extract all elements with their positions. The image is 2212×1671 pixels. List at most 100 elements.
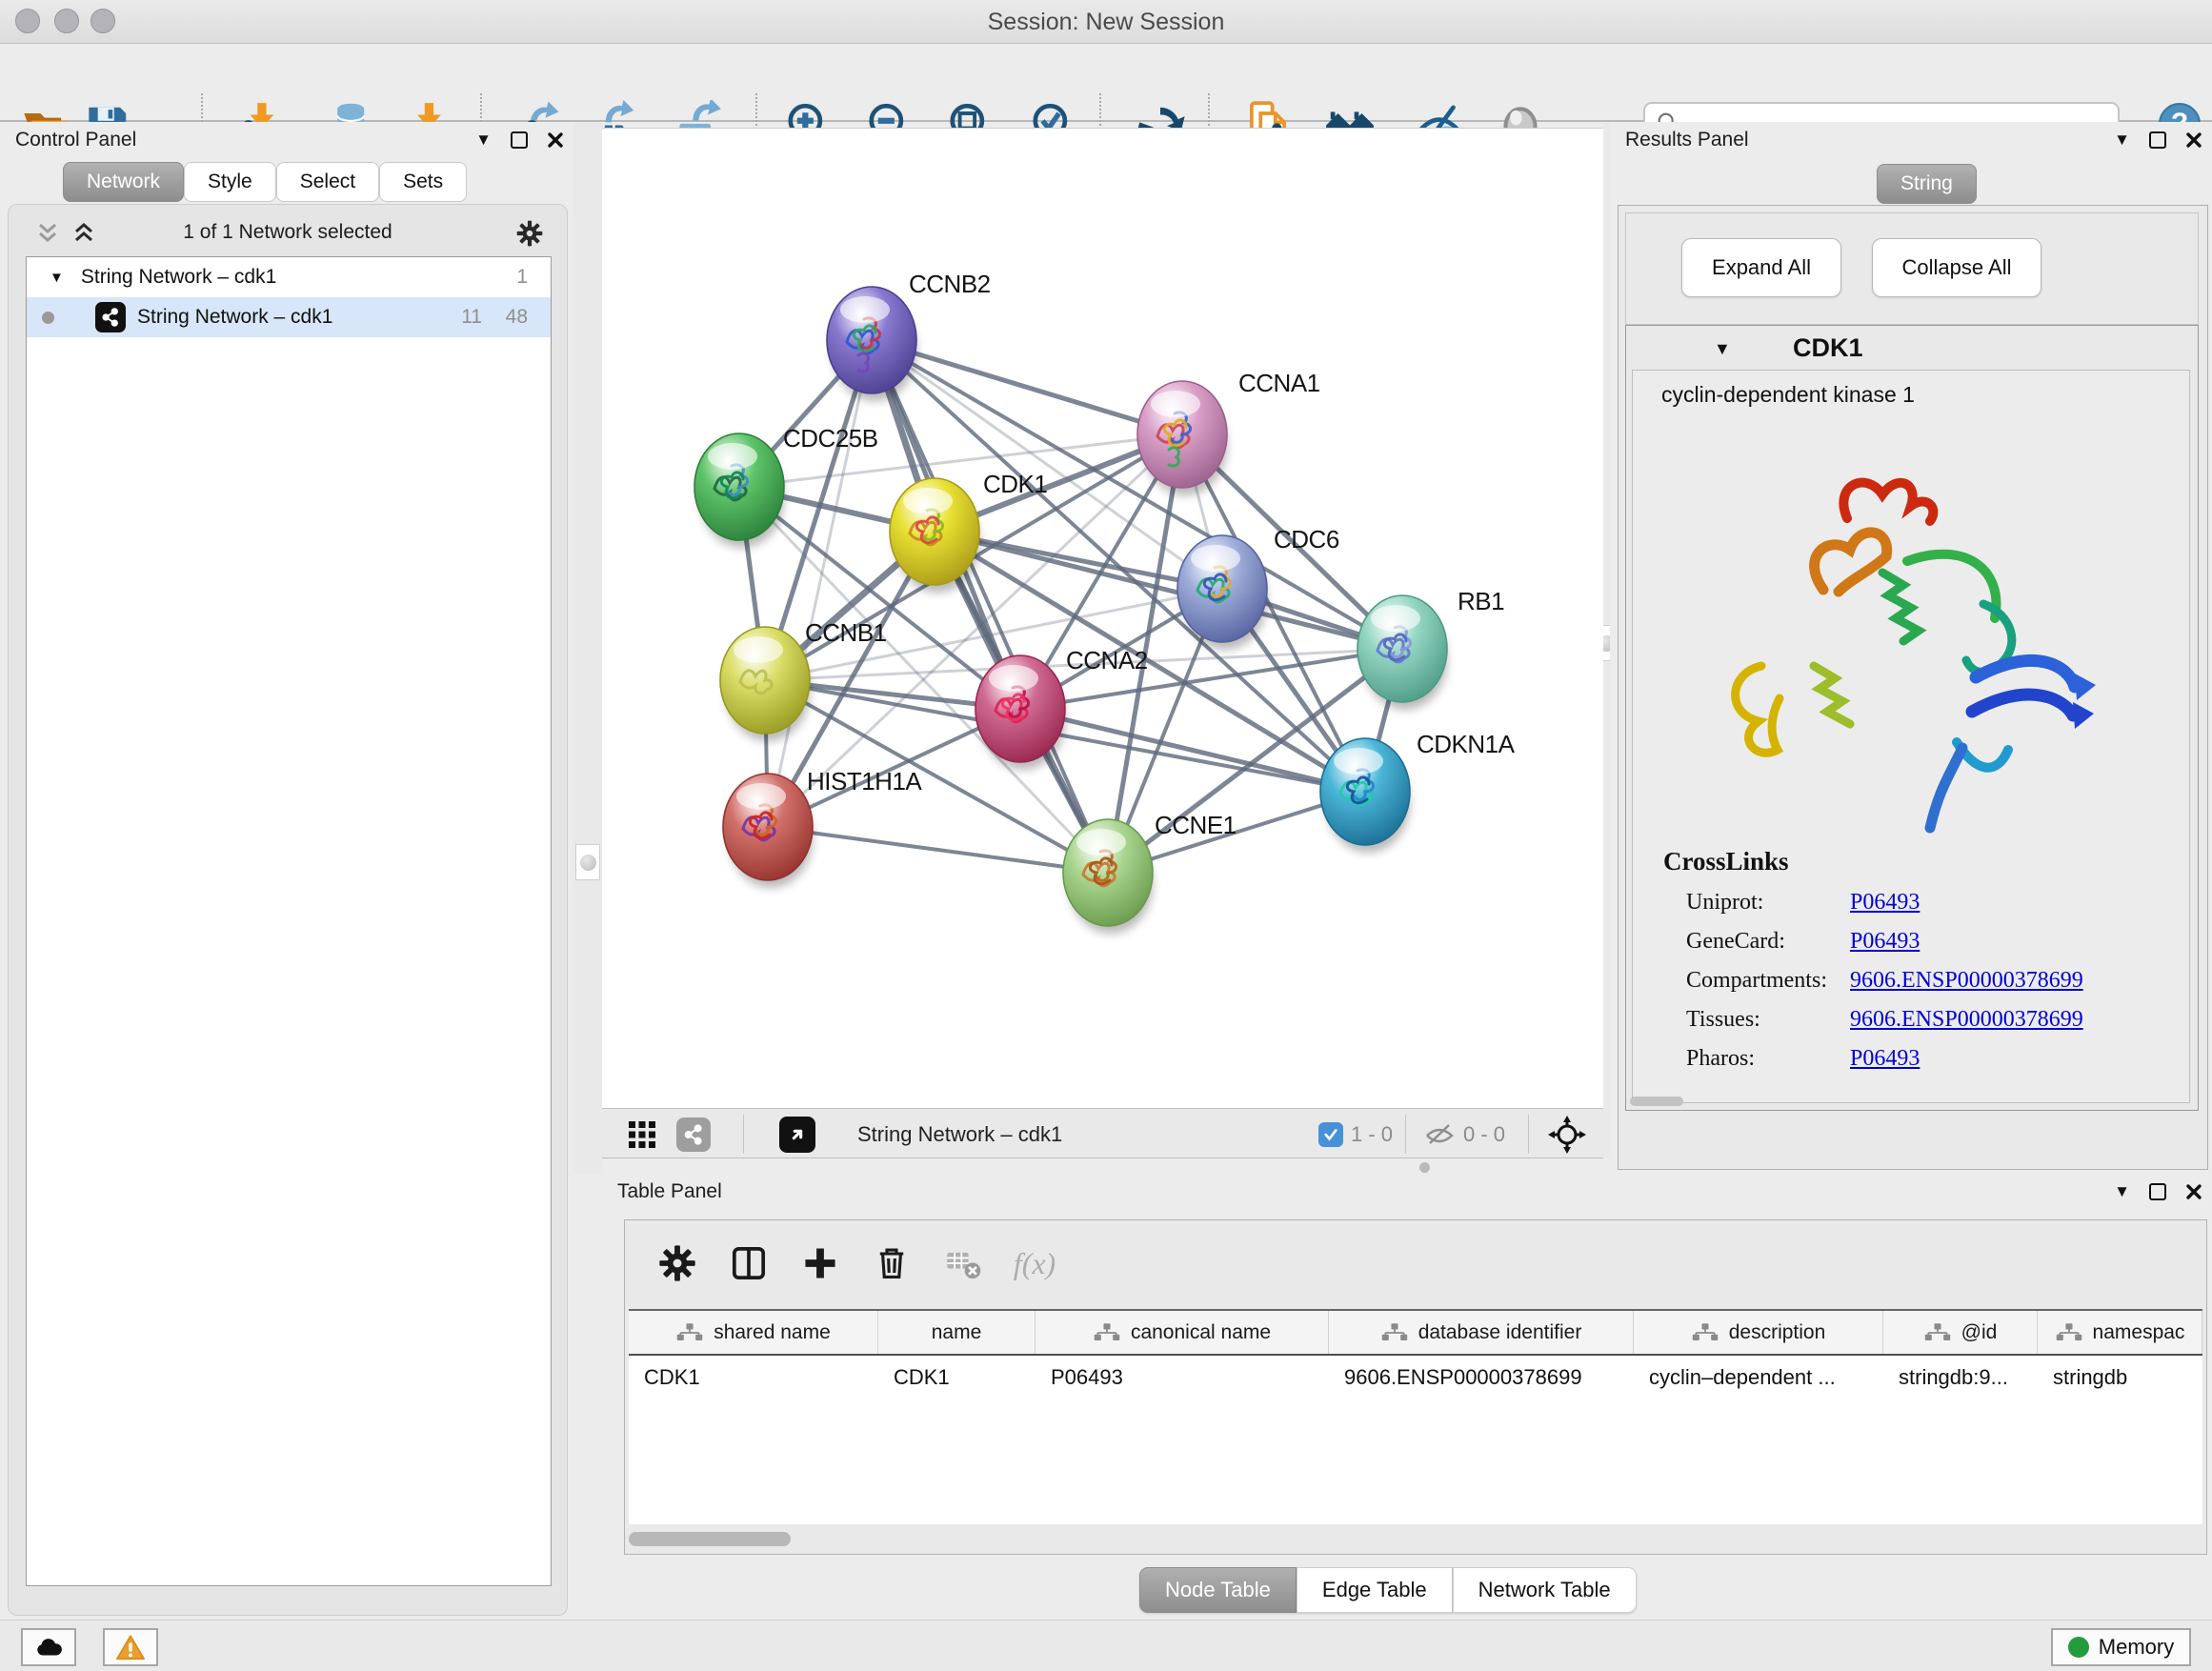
table-cell[interactable]: CDK1 [629, 1356, 878, 1399]
panel-float-icon[interactable] [2149, 131, 2166, 149]
network-tab-content: 1 of 1 Network selected ▼ String Network… [8, 204, 568, 1616]
node-CCNE1[interactable] [1063, 819, 1153, 934]
results-scrollbar-thumb[interactable] [1630, 1097, 1683, 1106]
expand-all-button[interactable]: Expand All [1681, 238, 1841, 297]
hidden-nodes-indicator[interactable]: 0 - 0 [1423, 1109, 1505, 1159]
column-header-database-identifier[interactable]: database identifier [1329, 1311, 1634, 1354]
function-builder-icon[interactable]: f(x) [1009, 1238, 1060, 1289]
birds-eye-view-icon[interactable] [779, 1109, 815, 1159]
crosslink-link[interactable]: P06493 [1850, 890, 1920, 915]
panel-menu-icon[interactable]: ▼ [2114, 130, 2130, 151]
edge-CCNB2-HIST1H1A[interactable] [768, 340, 872, 827]
selected-nodes-indicator[interactable]: 1 - 0 [1318, 1109, 1393, 1159]
column-header-shared-name[interactable]: shared name [629, 1311, 878, 1354]
panel-menu-icon[interactable]: ▼ [2114, 1181, 2130, 1202]
node-label-HIST1H1A: HIST1H1A [807, 767, 922, 795]
table-row[interactable]: CDK1CDK1P064939606.ENSP00000378699cyclin… [629, 1356, 2202, 1399]
tab-sets[interactable]: Sets [379, 162, 467, 202]
tree-expander-icon[interactable]: ▼ [50, 270, 64, 286]
table-cell[interactable]: 9606.ENSP00000378699 [1329, 1356, 1634, 1399]
column-header-namespac[interactable]: namespac [2038, 1311, 2202, 1354]
table-cell[interactable]: stringdb:9... [1883, 1356, 2038, 1399]
table-cell[interactable]: P06493 [1036, 1356, 1329, 1399]
panel-float-icon[interactable] [511, 131, 528, 149]
node-CCNB2[interactable] [827, 287, 916, 401]
panel-menu-icon[interactable]: ▼ [475, 130, 492, 151]
string-results-box: Expand All Collapse All ▼ CDK1 cyclin-de… [1618, 205, 2208, 1170]
node-CCNB1[interactable] [720, 627, 810, 741]
node-label-CCNA1: CCNA1 [1238, 369, 1320, 397]
node-CDK1[interactable] [890, 478, 979, 593]
node-RB1[interactable] [1357, 595, 1447, 710]
table-scrollbar-thumb[interactable] [629, 1532, 791, 1546]
hidden-eye-icon [1423, 1120, 1456, 1149]
column-header-name[interactable]: name [878, 1311, 1036, 1354]
column-tree-icon [1691, 1321, 1719, 1344]
crosslink-link[interactable]: P06493 [1850, 929, 1920, 954]
node-CDC25B[interactable] [694, 433, 784, 548]
horizontal-splitter-handle[interactable] [1419, 1162, 1430, 1173]
panel-close-icon[interactable] [2185, 1183, 2202, 1200]
crosslink-row: GeneCard:P06493 [1633, 929, 2189, 955]
node-CCNA2[interactable] [975, 655, 1065, 770]
network-row-selected[interactable]: String Network – cdk1 11 48 [27, 297, 551, 337]
node-table: shared namenamecanonical namedatabase id… [629, 1309, 2202, 1524]
node-CDKN1A[interactable] [1320, 738, 1410, 853]
toolbar-separator [1528, 1115, 1529, 1154]
tab-node-table[interactable]: Node Table [1139, 1567, 1297, 1613]
table-cell[interactable]: cyclin–dependent ... [1634, 1356, 1883, 1399]
tab-style[interactable]: Style [184, 162, 276, 202]
network-current-dot-icon [42, 312, 54, 324]
show-columns-icon[interactable] [723, 1238, 774, 1289]
network-collection-row[interactable]: ▼ String Network – cdk1 1 [27, 257, 551, 297]
crosslink-row: Pharos:P06493 [1633, 1046, 2189, 1072]
grid-view-icon[interactable] [627, 1109, 657, 1159]
status-bar: Memory [0, 1620, 2212, 1671]
memory-button[interactable]: Memory [2051, 1628, 2191, 1666]
column-header-label: description [1729, 1321, 1826, 1344]
string-view-icon[interactable] [676, 1109, 711, 1159]
add-column-icon[interactable] [794, 1238, 846, 1289]
crosslink-link[interactable]: 9606.ENSP00000378699 [1850, 1007, 2083, 1032]
table-gear-icon[interactable] [652, 1238, 703, 1289]
crosslink-link[interactable]: P06493 [1850, 1046, 1920, 1071]
left-splitter-handle[interactable] [575, 844, 600, 880]
tab-string-results[interactable]: String [1877, 164, 1977, 204]
edge-HIST1H1A-CCNE1[interactable] [768, 827, 1108, 873]
tab-network[interactable]: Network [63, 162, 184, 202]
entry-collapse-icon[interactable]: ▼ [1714, 339, 1731, 359]
collapse-all-button[interactable]: Collapse All [1872, 238, 2041, 297]
table-cell[interactable]: stringdb [2038, 1356, 2202, 1399]
crosslink-label: Tissues: [1686, 1007, 1850, 1033]
node-CCNA1[interactable] [1137, 381, 1227, 495]
column-header--id[interactable]: @id [1883, 1311, 2038, 1354]
edge-CCNB2-CCNA1[interactable] [872, 340, 1182, 434]
left-splitter[interactable] [573, 122, 602, 1174]
cloud-button[interactable] [21, 1628, 76, 1666]
network-options-gear-icon[interactable] [515, 219, 544, 248]
network-canvas[interactable]: CCNB2CCNA1CDC25BCDK1CDC6RB1CCNB1CCNA2CDK… [602, 128, 1603, 1108]
table-cell[interactable]: CDK1 [878, 1356, 1036, 1399]
tab-select[interactable]: Select [276, 162, 379, 202]
delete-column-icon[interactable] [866, 1238, 917, 1289]
warning-button[interactable] [103, 1628, 158, 1666]
delete-table-icon[interactable] [937, 1238, 989, 1289]
node-HIST1H1A[interactable] [723, 774, 813, 888]
panel-float-icon[interactable] [2149, 1183, 2166, 1200]
navigate-crosshair-icon[interactable] [1547, 1109, 1587, 1159]
panel-close-icon[interactable] [2185, 131, 2202, 149]
right-splitter[interactable] [1603, 122, 1610, 1174]
tab-edge-table[interactable]: Edge Table [1297, 1567, 1453, 1613]
table-panel-title: Table Panel [617, 1180, 722, 1203]
column-header-canonical-name[interactable]: canonical name [1036, 1311, 1329, 1354]
cdk1-entry-header[interactable]: ▼ CDK1 [1626, 326, 2198, 370]
gene-description: cyclin-dependent kinase 1 [1661, 382, 1915, 408]
column-header-description[interactable]: description [1634, 1311, 1883, 1354]
control-panel-tabs: Network Style Select Sets [63, 162, 467, 202]
crosslink-link[interactable]: 9606.ENSP00000378699 [1850, 968, 2083, 993]
network-collection-label: String Network – cdk1 [81, 266, 276, 289]
node-count: 11 [461, 306, 482, 329]
node-label-CDC25B: CDC25B [783, 424, 878, 453]
panel-close-icon[interactable] [547, 131, 564, 149]
tab-network-table[interactable]: Network Table [1453, 1567, 1637, 1613]
